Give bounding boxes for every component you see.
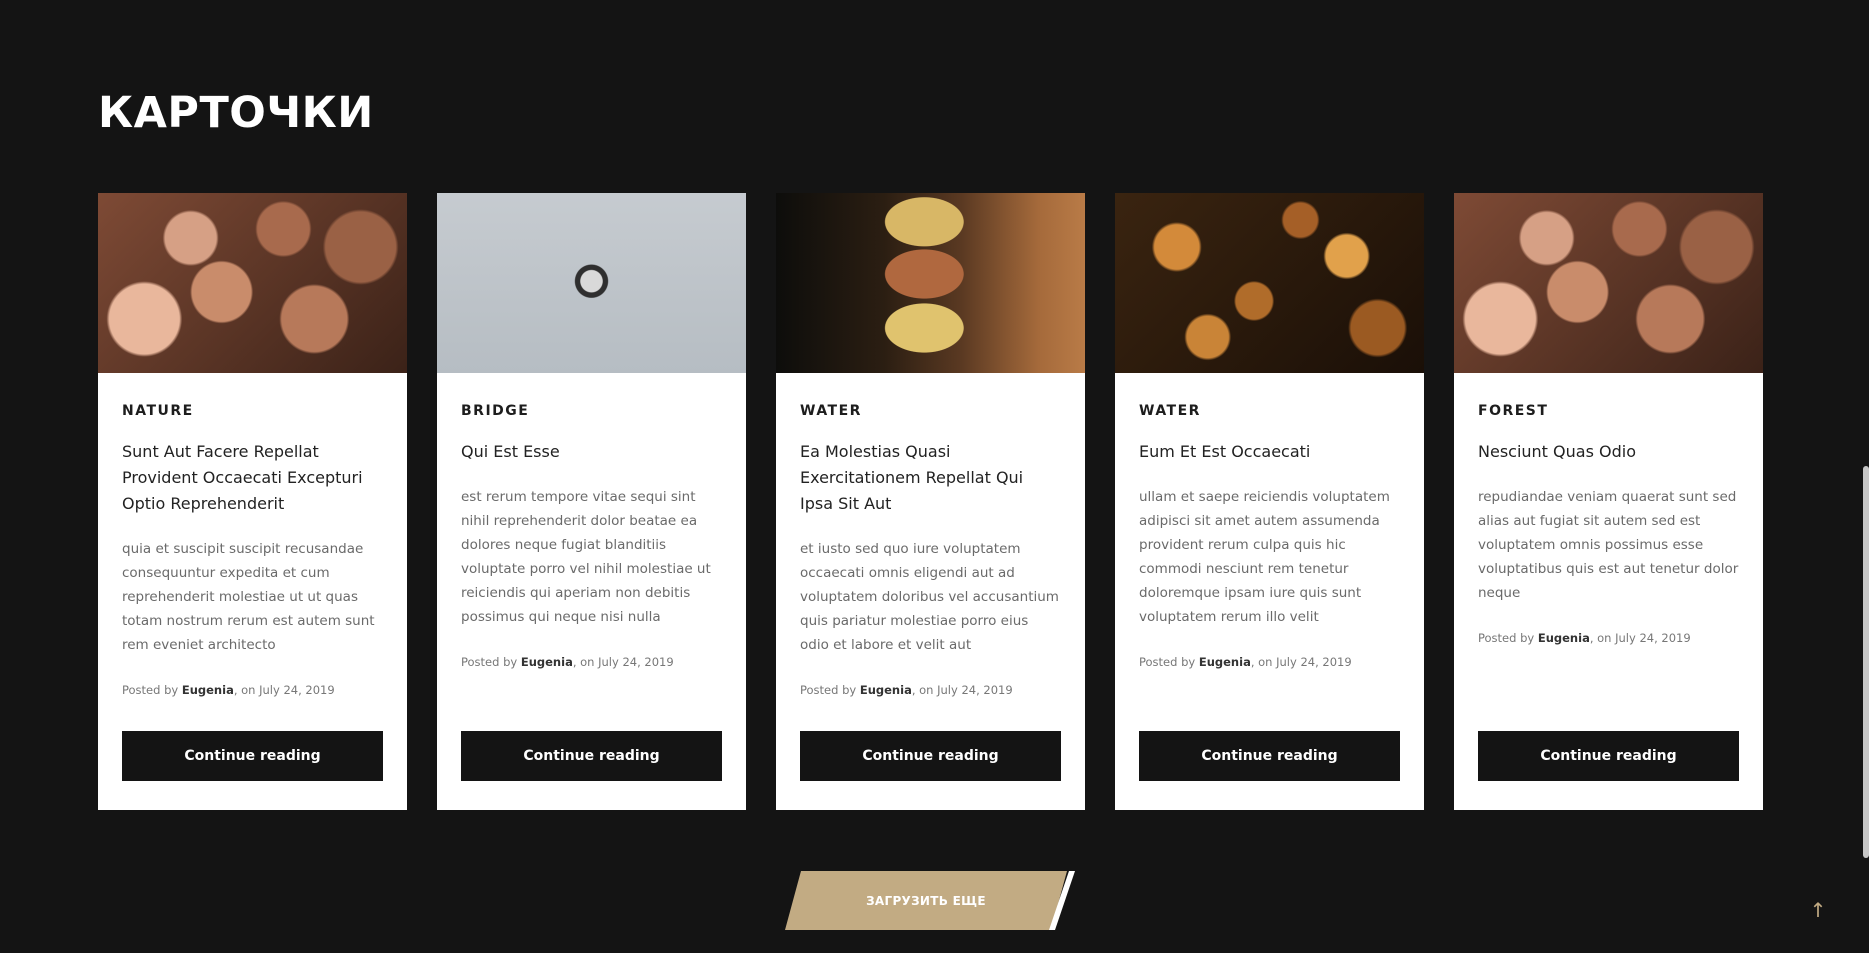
continue-reading-button[interactable]: Continue reading <box>122 731 383 781</box>
card-excerpt: repudiandae veniam quaerat sunt sed alia… <box>1478 489 1739 601</box>
card-image[interactable] <box>437 193 746 373</box>
card: NATURE Sunt Aut Facere Repellat Providen… <box>98 193 407 810</box>
card-image[interactable] <box>776 193 1085 373</box>
card-meta: Posted by Eugenia, on July 24, 2019 <box>461 655 722 669</box>
meta-prefix: Posted by <box>1478 631 1538 645</box>
card: WATER Ea Molestias Quasi Exercitationem … <box>776 193 1085 810</box>
continue-reading-button[interactable]: Continue reading <box>461 731 722 781</box>
card-category[interactable]: WATER <box>800 403 1061 419</box>
meta-prefix: Posted by <box>461 655 521 669</box>
meta-prefix: Posted by <box>122 683 182 697</box>
card-author[interactable]: Eugenia <box>1199 655 1251 669</box>
card-excerpt: est rerum tempore vitae sequi sint nihil… <box>461 489 711 625</box>
card-excerpt: quia et suscipit suscipit recusandae con… <box>122 541 375 653</box>
card-author[interactable]: Eugenia <box>860 683 912 697</box>
card-title[interactable]: Qui Est Esse <box>461 439 722 465</box>
meta-prefix: Posted by <box>1139 655 1199 669</box>
card-meta: Posted by Eugenia, on July 24, 2019 <box>122 683 383 697</box>
card-image[interactable] <box>1115 193 1424 373</box>
meta-prefix: Posted by <box>800 683 860 697</box>
card-author[interactable]: Eugenia <box>1538 631 1590 645</box>
card: FOREST Nesciunt Quas Odio repudiandae ve… <box>1454 193 1763 810</box>
card-category[interactable]: BRIDGE <box>461 403 722 419</box>
card-meta: Posted by Eugenia, on July 24, 2019 <box>1139 655 1400 669</box>
continue-reading-button[interactable]: Continue reading <box>1478 731 1739 781</box>
card-category[interactable]: NATURE <box>122 403 383 419</box>
card-meta: Posted by Eugenia, on July 24, 2019 <box>1478 631 1739 645</box>
continue-reading-button[interactable]: Continue reading <box>800 731 1061 781</box>
card-author[interactable]: Eugenia <box>182 683 234 697</box>
meta-date: , on July 24, 2019 <box>1250 655 1352 669</box>
cards-grid: NATURE Sunt Aut Facere Repellat Providen… <box>98 193 1763 810</box>
meta-date: , on July 24, 2019 <box>911 683 1013 697</box>
card-image[interactable] <box>98 193 407 373</box>
card-title[interactable]: Eum Et Est Occaecati <box>1139 439 1400 465</box>
meta-date: , on July 24, 2019 <box>233 683 335 697</box>
meta-date: , on July 24, 2019 <box>1589 631 1691 645</box>
card-title[interactable]: Nesciunt Quas Odio <box>1478 439 1739 465</box>
arrow-up-icon[interactable]: ↑ <box>1806 898 1830 922</box>
card-meta: Posted by Eugenia, on July 24, 2019 <box>800 683 1061 697</box>
meta-date: , on July 24, 2019 <box>572 655 674 669</box>
card-category[interactable]: WATER <box>1139 403 1400 419</box>
card-title[interactable]: Sunt Aut Facere Repellat Provident Occae… <box>122 439 383 517</box>
card-title[interactable]: Ea Molestias Quasi Exercitationem Repell… <box>800 439 1061 517</box>
load-more-button[interactable]: ЗАГРУЗИТЬ ЕЩЕ <box>785 871 1067 930</box>
card-excerpt: ullam et saepe reiciendis voluptatem adi… <box>1139 489 1390 625</box>
card: BRIDGE Qui Est Esse est rerum tempore vi… <box>437 193 746 810</box>
load-more-container: ЗАГРУЗИТЬ ЕЩЕ <box>785 871 1075 930</box>
section-title: КАРТОЧКИ <box>98 88 374 138</box>
card-image[interactable] <box>1454 193 1763 373</box>
card-excerpt: et iusto sed quo iure voluptatem occaeca… <box>800 541 1059 653</box>
card-author[interactable]: Eugenia <box>521 655 573 669</box>
continue-reading-button[interactable]: Continue reading <box>1139 731 1400 781</box>
card-category[interactable]: FOREST <box>1478 403 1739 419</box>
page-scrollbar[interactable] <box>1863 466 1869 858</box>
card: WATER Eum Et Est Occaecati ullam et saep… <box>1115 193 1424 810</box>
